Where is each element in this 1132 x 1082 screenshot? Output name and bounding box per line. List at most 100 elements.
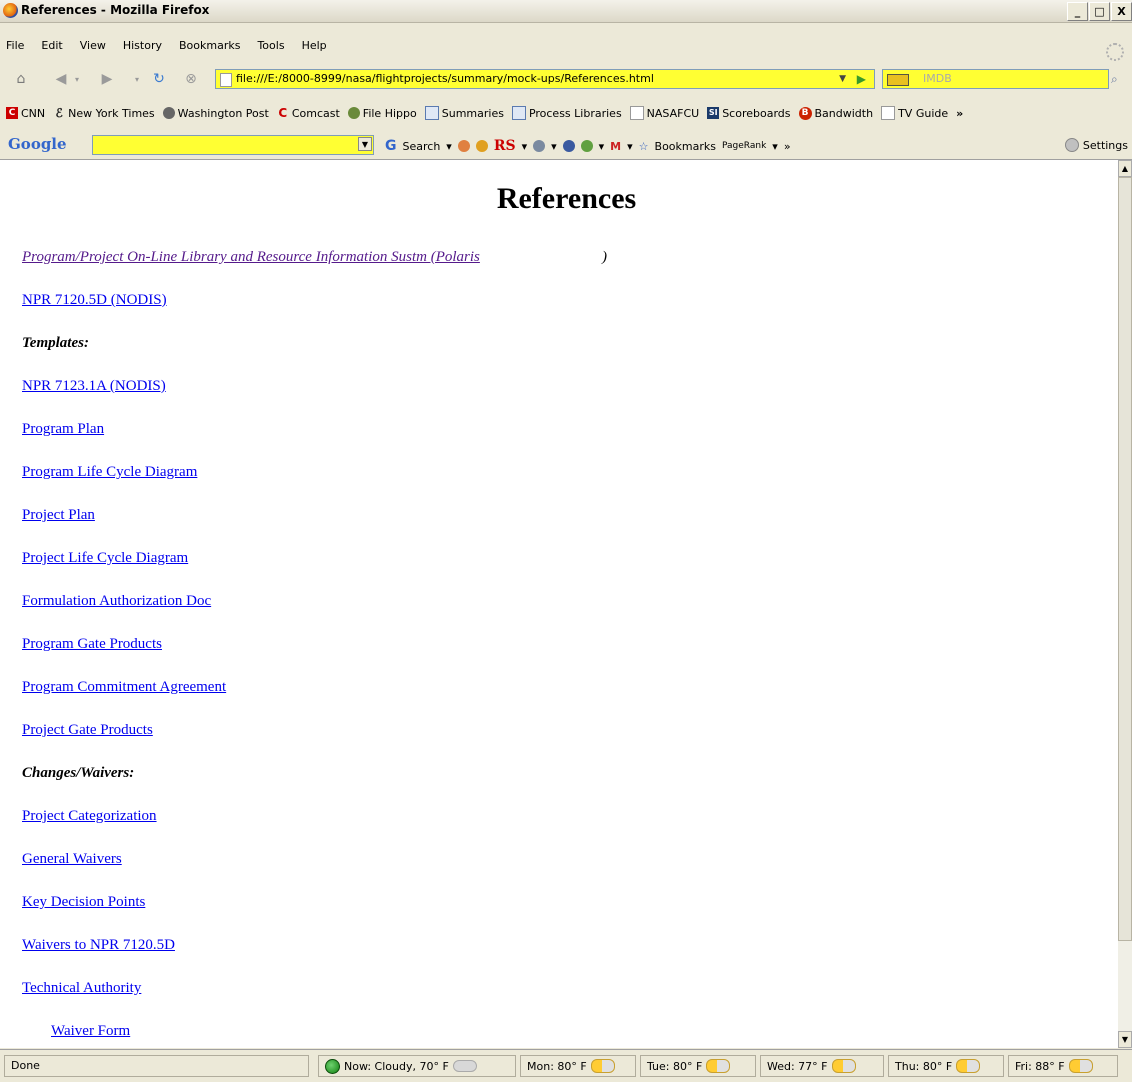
bookmark-summaries[interactable]: Summaries bbox=[424, 106, 504, 120]
spell-icon[interactable] bbox=[475, 140, 488, 152]
rs-icon[interactable]: RS bbox=[494, 138, 516, 154]
wapo-icon bbox=[162, 107, 175, 119]
link-technical-authority[interactable]: Technical Authority bbox=[22, 980, 141, 997]
nyt-icon: ℰ bbox=[55, 106, 63, 120]
link-project-plan[interactable]: Project Plan bbox=[22, 507, 95, 524]
comcast-icon: C bbox=[278, 106, 288, 120]
menu-bookmarks[interactable]: Bookmarks bbox=[179, 39, 240, 52]
dropdown-icon[interactable]: ▾ bbox=[772, 140, 778, 153]
scrollbar-thumb[interactable] bbox=[1118, 177, 1132, 941]
imdb-engine-icon[interactable] bbox=[887, 74, 909, 86]
home-icon[interactable]: ⌂ bbox=[12, 70, 30, 88]
chevron-more-icon[interactable]: » bbox=[956, 107, 963, 120]
star-icon[interactable]: ☆ bbox=[639, 140, 649, 153]
google-search-button[interactable]: Search bbox=[403, 140, 441, 153]
back-dropdown-icon[interactable]: ▾ bbox=[68, 70, 86, 88]
bookmark-file-hippo[interactable]: File Hippo bbox=[347, 107, 417, 120]
bookmark-comcast[interactable]: C Comcast bbox=[277, 106, 339, 120]
bookmark-scoreboards[interactable]: SI Scoreboards bbox=[707, 107, 791, 120]
link-program-gate-products[interactable]: Program Gate Products bbox=[22, 636, 162, 653]
bookmarks-toolbar: C CNN ℰ New York Times Washington Post C Co… bbox=[0, 99, 1132, 127]
bookmark-process-libraries[interactable]: Process Libraries bbox=[511, 106, 622, 120]
scroll-down-icon[interactable]: ▼ bbox=[1118, 1031, 1132, 1048]
link-waiver-form[interactable]: Waiver Form bbox=[51, 1023, 130, 1040]
menu-help[interactable]: Help bbox=[302, 39, 327, 52]
reload-icon[interactable]: ↻ bbox=[150, 70, 168, 88]
vertical-scrollbar[interactable]: ▲ ▼ bbox=[1118, 160, 1132, 1048]
bookmark-nasafcu[interactable]: NASAFCU bbox=[629, 106, 699, 120]
link-project-gate-products[interactable]: Project Gate Products bbox=[22, 722, 153, 739]
link-formulation-authorization-doc[interactable]: Formulation Authorization Doc bbox=[22, 593, 211, 610]
search-placeholder: IMDB bbox=[923, 72, 952, 85]
link-project-categorization[interactable]: Project Categorization bbox=[22, 808, 157, 825]
gmail-icon[interactable]: M bbox=[610, 140, 621, 153]
bookmark-tv-guide[interactable]: TV Guide bbox=[881, 106, 948, 120]
link-program-life-cycle-diagram[interactable]: Program Life Cycle Diagram bbox=[22, 464, 197, 481]
menu-file[interactable]: File bbox=[6, 39, 24, 52]
status-ok-icon bbox=[325, 1058, 340, 1074]
bookmark-cnn[interactable]: C CNN bbox=[6, 107, 45, 120]
weather-thu[interactable]: Thu: 80° F bbox=[888, 1055, 1004, 1077]
wrench-icon bbox=[1064, 138, 1079, 152]
page-icon bbox=[629, 106, 644, 120]
url-bar[interactable]: file:///E:/8000-8999/nasa/flightprojects… bbox=[215, 69, 875, 89]
heading-changes-waivers: Changes/Waivers: bbox=[22, 765, 135, 781]
dropdown-icon[interactable]: ▾ bbox=[551, 140, 557, 153]
link-polaris[interactable]: Program/Project On-Line Library and Reso… bbox=[22, 249, 480, 266]
highlight-icon[interactable] bbox=[457, 140, 470, 152]
go-icon[interactable]: ▶ bbox=[857, 70, 866, 88]
link-waivers-to-npr-7120-5d[interactable]: Waivers to NPR 7120.5D bbox=[22, 937, 175, 954]
google-logo[interactable]: Google bbox=[8, 135, 67, 153]
bookmark-washington-post[interactable]: Washington Post bbox=[162, 107, 269, 120]
heading-templates: Templates: bbox=[22, 335, 89, 351]
dropdown-icon[interactable]: ▾ bbox=[446, 140, 452, 153]
status-text: Done bbox=[4, 1055, 309, 1077]
bookmark-bandwidth[interactable]: B Bandwidth bbox=[798, 106, 873, 120]
search-icon[interactable]: ⌕ bbox=[1111, 72, 1118, 87]
menu-tools[interactable]: Tools bbox=[257, 39, 284, 52]
settings-button[interactable]: Settings bbox=[1064, 138, 1128, 152]
forward-button[interactable]: ▶ bbox=[98, 70, 116, 88]
stop-icon[interactable]: ⊗ bbox=[182, 70, 200, 88]
link-key-decision-points[interactable]: Key Decision Points bbox=[22, 894, 145, 911]
maximize-button[interactable]: □ bbox=[1089, 2, 1110, 21]
sun-cloud-icon bbox=[956, 1059, 981, 1073]
google-search-input[interactable] bbox=[92, 135, 374, 155]
link-program-plan[interactable]: Program Plan bbox=[22, 421, 104, 438]
close-button[interactable]: X bbox=[1111, 2, 1132, 21]
weather-now[interactable]: Now: Cloudy, 70° F bbox=[318, 1055, 516, 1077]
minimize-button[interactable]: _ bbox=[1067, 2, 1088, 21]
forward-dropdown-icon[interactable]: ▾ bbox=[128, 70, 146, 88]
status-bar: Done Now: Cloudy, 70° F Mon: 80° F Tue: … bbox=[0, 1049, 1132, 1082]
page-content: References Program/Project On-Line Libra… bbox=[0, 160, 1118, 1048]
sphere-icon[interactable] bbox=[562, 140, 575, 152]
link-general-waivers[interactable]: General Waivers bbox=[22, 851, 122, 868]
weather-mon[interactable]: Mon: 80° F bbox=[520, 1055, 636, 1077]
url-dropdown-icon[interactable]: ▼ bbox=[839, 70, 846, 88]
scroll-up-icon[interactable]: ▲ bbox=[1118, 160, 1132, 177]
search-bar[interactable]: IMDB bbox=[882, 69, 1109, 89]
dropdown-icon[interactable]: ▾ bbox=[522, 140, 528, 153]
dropdown-icon[interactable]: ▾ bbox=[599, 140, 605, 153]
link-project-life-cycle-diagram[interactable]: Project Life Cycle Diagram bbox=[22, 550, 188, 567]
sidewiki-icon[interactable] bbox=[533, 140, 546, 152]
link-npr-7120-5d[interactable]: NPR 7120.5D (NODIS) bbox=[22, 292, 167, 309]
menu-bar: File Edit View History Bookmarks Tools H… bbox=[0, 23, 1132, 63]
pagerank-label: PageRank bbox=[722, 141, 767, 151]
weather-tue[interactable]: Tue: 80° F bbox=[640, 1055, 756, 1077]
menu-view[interactable]: View bbox=[80, 39, 106, 52]
window-controls: _ □ X bbox=[1067, 2, 1132, 21]
puzzle-icon[interactable] bbox=[580, 140, 593, 152]
weather-wed[interactable]: Wed: 77° F bbox=[760, 1055, 884, 1077]
google-bookmarks-button[interactable]: Bookmarks bbox=[655, 140, 716, 153]
menu-history[interactable]: History bbox=[123, 39, 162, 52]
menu-edit[interactable]: Edit bbox=[41, 39, 62, 52]
link-npr-7123-1a[interactable]: NPR 7123.1A (NODIS) bbox=[22, 378, 166, 395]
bookmark-nyt[interactable]: ℰ New York Times bbox=[53, 107, 155, 120]
weather-fri[interactable]: Fri: 88° F bbox=[1008, 1055, 1118, 1077]
google-dropdown-icon[interactable]: ▼ bbox=[358, 137, 372, 151]
page-icon bbox=[220, 73, 232, 87]
chevron-more-icon[interactable]: » bbox=[784, 140, 791, 153]
link-program-commitment-agreement[interactable]: Program Commitment Agreement bbox=[22, 679, 226, 696]
dropdown-icon[interactable]: ▾ bbox=[627, 140, 633, 153]
